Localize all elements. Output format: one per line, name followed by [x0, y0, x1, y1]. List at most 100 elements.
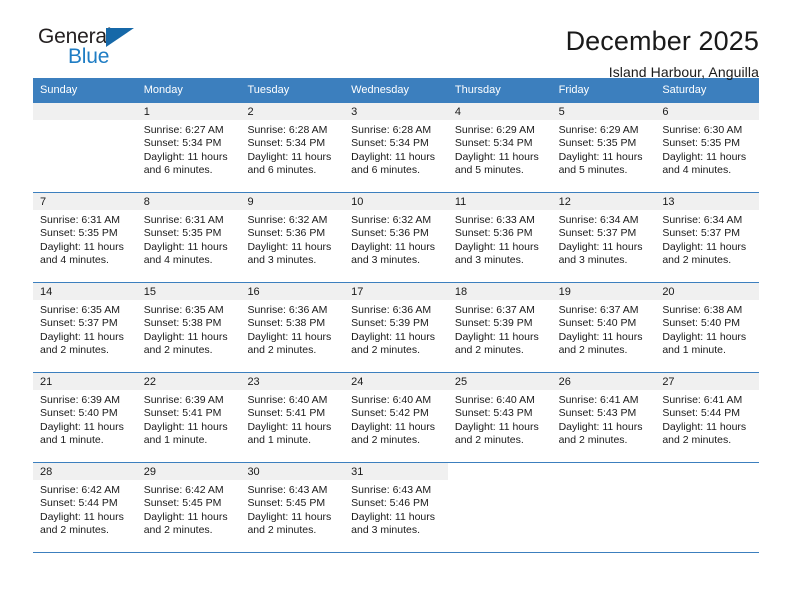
day-detail-line: Sunrise: 6:42 AM [40, 484, 120, 496]
day-detail-line: Sunset: 5:41 PM [143, 407, 222, 420]
day-detail-line: Sunrise: 6:39 AM [143, 394, 224, 406]
calendar-weeks: 1 Sunrise: 6:27 AM Sunset: 5:34 PM Daylight… [33, 103, 760, 553]
calendar-day-cell[interactable]: 16 Sunrise: 6:36 AM Sunset: 5:38 PM Dayligh… [240, 283, 345, 372]
calendar-day-cell[interactable]: 5 Sunrise: 6:29 AM Sunset: 5:35 PM Daylight… [551, 103, 656, 192]
day-detail-line: Sunset: 5:42 PM [351, 407, 429, 420]
calendar-day-cell[interactable]: 18 Sunrise: 6:37 AM Sunset: 5:39 PM Dayligh… [447, 283, 552, 372]
day-number: 21 [33, 373, 137, 390]
day-details: Sunrise: 6:30 AM Sunset: 5:35 PM Daylight:… [655, 120, 759, 178]
calendar-day-cell[interactable]: 19 Sunrise: 6:37 AM Sunset: 5:40 PM Dayligh… [551, 283, 656, 372]
day-detail-line: Sunrise: 6:35 AM [40, 304, 120, 316]
day-detail-line: Daylight: 11 hours [143, 510, 228, 523]
day-detail-line: Daylight: 11 hours [558, 420, 643, 433]
day-detail-line: Daylight: 11 hours [558, 150, 643, 163]
day-details: Sunrise: 6:43 AM Sunset: 5:45 PM Daylight:… [240, 480, 344, 538]
day-detail-line: Sunrise: 6:31 AM [40, 214, 120, 226]
calendar-day-cell[interactable]: 4 Sunrise: 6:29 AM Sunset: 5:34 PM Daylight… [447, 103, 552, 192]
day-detail-line: Sunrise: 6:29 AM [558, 124, 639, 136]
day-details: Sunrise: 6:38 AM Sunset: 5:40 PM Daylight:… [655, 300, 759, 358]
day-details: Sunrise: 6:35 AM Sunset: 5:38 PM Daylight:… [137, 300, 241, 358]
day-detail-line: Sunset: 5:35 PM [662, 137, 740, 150]
day-detail-line: and 6 minutes. [247, 164, 317, 177]
calendar-day-cell[interactable]: 12 Sunrise: 6:34 AM Sunset: 5:37 PM Dayligh… [551, 193, 656, 282]
day-detail-line: and 5 minutes. [558, 164, 628, 177]
day-number [33, 103, 137, 120]
calendar-day-cell[interactable]: 1 Sunrise: 6:27 AM Sunset: 5:34 PM Daylight… [136, 103, 241, 192]
day-detail-line: Daylight: 11 hours [558, 330, 643, 343]
day-details: Sunrise: 6:36 AM Sunset: 5:39 PM Daylight:… [344, 300, 448, 358]
calendar-week-row: 7 Sunrise: 6:31 AM Sunset: 5:35 PM Daylight… [33, 193, 760, 283]
day-detail-line: and 1 minute. [40, 434, 104, 447]
day-detail-line: Daylight: 11 hours [351, 420, 436, 433]
day-number: 30 [240, 463, 345, 480]
day-detail-line: Sunset: 5:45 PM [247, 497, 326, 510]
calendar-day-cell[interactable]: 8 Sunrise: 6:31 AM Sunset: 5:35 PM Daylight… [136, 193, 241, 282]
day-detail-line: Daylight: 11 hours [454, 240, 539, 253]
day-detail-line: Daylight: 11 hours [351, 330, 436, 343]
day-detail-line: and 3 minutes. [247, 254, 317, 267]
general-blue-logo[interactable]: General Blue [33, 26, 213, 78]
calendar-day-cell[interactable]: 17 Sunrise: 6:36 AM Sunset: 5:39 PM Dayligh… [344, 283, 448, 372]
title-block: December 2025 Island Harbour, Anguilla [566, 26, 759, 82]
calendar-day-cell[interactable]: 2 Sunrise: 6:28 AM Sunset: 5:34 PM Daylight… [240, 103, 345, 192]
calendar-day-cell[interactable]: 27 Sunrise: 6:41 AM Sunset: 5:44 PM Dayligh… [655, 373, 760, 462]
calendar-day-cell[interactable]: 6 Sunrise: 6:30 AM Sunset: 5:35 PM Daylight… [655, 103, 760, 192]
calendar-day-cell[interactable]: 10 Sunrise: 6:32 AM Sunset: 5:36 PM Dayligh… [344, 193, 448, 282]
calendar-day-cell[interactable]: 3 Sunrise: 6:28 AM Sunset: 5:34 PM Daylight… [344, 103, 448, 192]
day-detail-line: Daylight: 11 hours [247, 510, 332, 523]
day-detail-line: Daylight: 11 hours [40, 330, 124, 343]
calendar-day-cell[interactable]: 9 Sunrise: 6:32 AM Sunset: 5:36 PM Daylight… [240, 193, 345, 282]
day-detail-line: Sunset: 5:36 PM [247, 227, 326, 240]
day-detail-line: Sunrise: 6:43 AM [247, 484, 328, 496]
day-details: Sunrise: 6:31 AM Sunset: 5:35 PM Daylight:… [33, 210, 137, 268]
calendar-day-cell[interactable]: 24 Sunrise: 6:40 AM Sunset: 5:42 PM Dayligh… [344, 373, 448, 462]
day-detail-line: Sunrise: 6:37 AM [558, 304, 639, 316]
day-detail-line: Sunset: 5:40 PM [40, 407, 118, 420]
day-detail-line: Sunset: 5:35 PM [558, 137, 637, 150]
day-details: Sunrise: 6:37 AM Sunset: 5:39 PM Daylight:… [448, 300, 552, 358]
calendar-day-cell[interactable]: 22 Sunrise: 6:39 AM Sunset: 5:41 PM Dayligh… [136, 373, 241, 462]
calendar-day-cell[interactable]: 29 Sunrise: 6:42 AM Sunset: 5:45 PM Dayligh… [136, 463, 241, 552]
calendar-day-cell[interactable]: 30 Sunrise: 6:43 AM Sunset: 5:45 PM Dayligh… [240, 463, 345, 552]
day-detail-line: and 2 minutes. [558, 344, 628, 357]
calendar-day-cell[interactable]: 26 Sunrise: 6:41 AM Sunset: 5:43 PM Dayligh… [551, 373, 656, 462]
day-number: 31 [344, 463, 448, 480]
day-number: 2 [240, 103, 345, 120]
day-detail-line: Daylight: 11 hours [143, 420, 228, 433]
day-detail-line: Sunrise: 6:31 AM [143, 214, 224, 226]
weekday-header-friday: Friday [558, 84, 590, 96]
calendar-day-cell[interactable]: 15 Sunrise: 6:35 AM Sunset: 5:38 PM Dayligh… [136, 283, 241, 372]
calendar-day-cell[interactable]: 14 Sunrise: 6:35 AM Sunset: 5:37 PM Dayligh… [33, 283, 137, 372]
triangle-icon [106, 28, 134, 47]
day-details: Sunrise: 6:36 AM Sunset: 5:38 PM Daylight:… [240, 300, 344, 358]
day-number: 24 [344, 373, 448, 390]
day-details: Sunrise: 6:41 AM Sunset: 5:44 PM Daylight:… [655, 390, 759, 448]
day-details: Sunrise: 6:32 AM Sunset: 5:36 PM Daylight:… [344, 210, 448, 268]
day-detail-line: Sunset: 5:41 PM [247, 407, 326, 420]
calendar-day-cell[interactable]: 13 Sunrise: 6:34 AM Sunset: 5:37 PM Dayligh… [655, 193, 760, 282]
day-detail-line: Daylight: 11 hours [351, 150, 436, 163]
day-number: 11 [447, 193, 552, 210]
calendar-empty-cell [655, 463, 760, 552]
calendar-day-cell[interactable]: 23 Sunrise: 6:40 AM Sunset: 5:41 PM Dayligh… [240, 373, 345, 462]
day-details: Sunrise: 6:40 AM Sunset: 5:41 PM Daylight:… [240, 390, 344, 448]
day-detail-line: Sunrise: 6:38 AM [662, 304, 743, 316]
day-detail-line: Daylight: 11 hours [40, 510, 124, 523]
day-detail-line: Sunset: 5:37 PM [558, 227, 637, 240]
day-detail-line: and 1 minute. [247, 434, 312, 447]
day-details: Sunrise: 6:29 AM Sunset: 5:34 PM Daylight:… [448, 120, 552, 178]
day-number: 7 [33, 193, 137, 210]
calendar-day-cell[interactable]: 25 Sunrise: 6:40 AM Sunset: 5:43 PM Dayligh… [447, 373, 552, 462]
day-detail-line: Sunset: 5:34 PM [454, 137, 533, 150]
day-detail-line: and 6 minutes. [351, 164, 421, 177]
calendar-day-cell[interactable]: 28 Sunrise: 6:42 AM Sunset: 5:44 PM Dayligh… [33, 463, 137, 552]
day-detail-line: Sunset: 5:39 PM [351, 317, 429, 330]
calendar-day-cell[interactable]: 21 Sunrise: 6:39 AM Sunset: 5:40 PM Dayligh… [33, 373, 137, 462]
calendar-day-cell[interactable]: 11 Sunrise: 6:33 AM Sunset: 5:36 PM Dayligh… [447, 193, 552, 282]
calendar-week-row: 14 Sunrise: 6:35 AM Sunset: 5:37 PM Dayligh… [33, 283, 760, 373]
calendar-day-cell[interactable]: 31 Sunrise: 6:43 AM Sunset: 5:46 PM Dayligh… [344, 463, 448, 552]
day-number: 22 [136, 373, 241, 390]
day-detail-line: Sunrise: 6:37 AM [454, 304, 535, 316]
calendar-day-cell[interactable]: 20 Sunrise: 6:38 AM Sunset: 5:40 PM Dayligh… [655, 283, 760, 372]
calendar-day-cell[interactable]: 7 Sunrise: 6:31 AM Sunset: 5:35 PM Daylight… [33, 193, 137, 282]
